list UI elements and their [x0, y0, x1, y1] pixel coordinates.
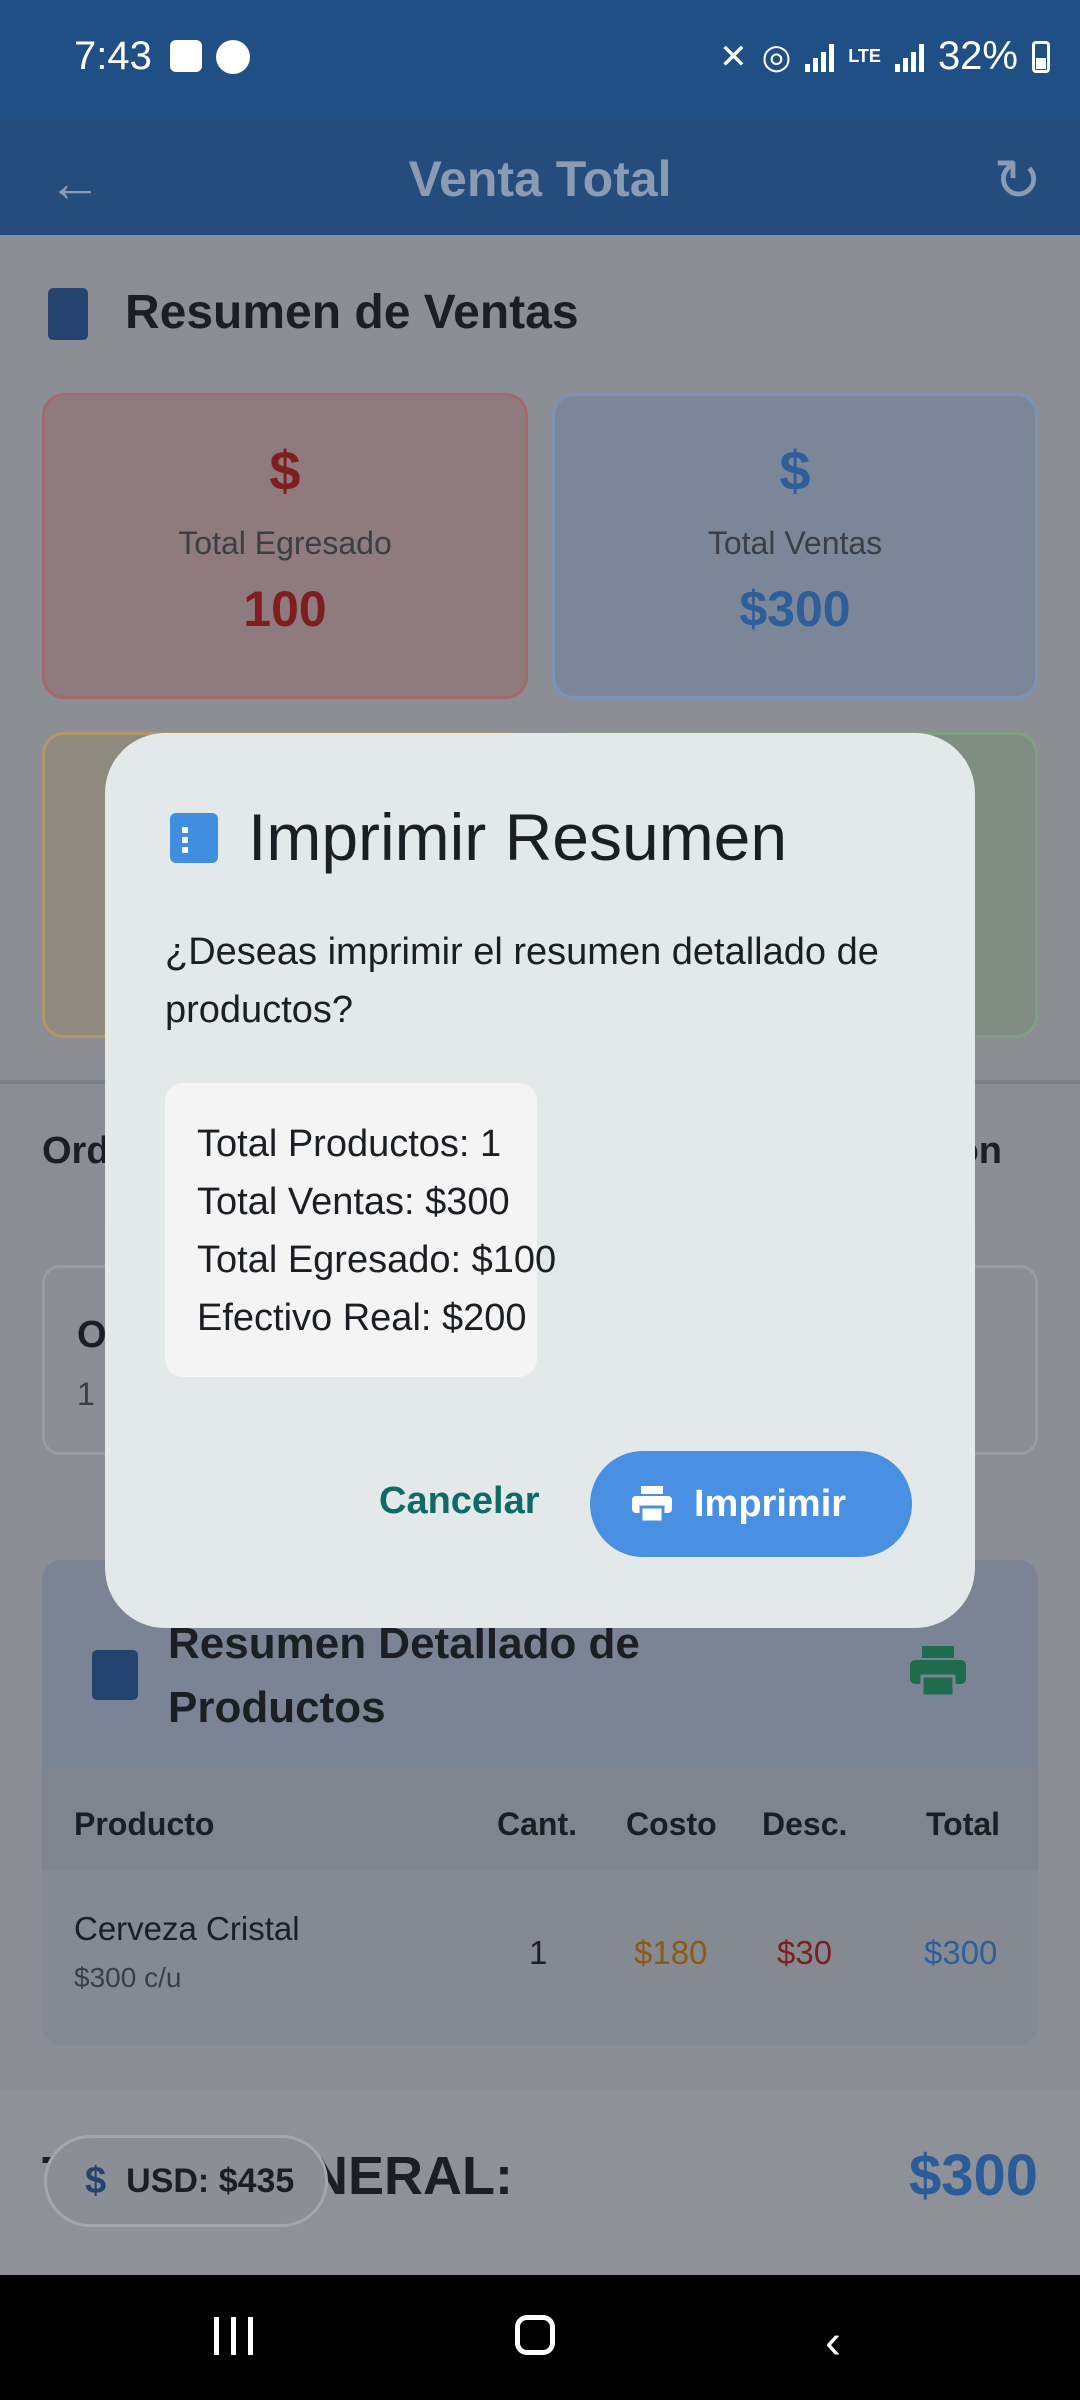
print-button[interactable]: Imprimir [590, 1451, 912, 1557]
detail-card: Resumen Detallado de Productos Producto … [42, 1560, 1038, 2045]
system-indicators: ✕ ◎ LTE 32% [719, 34, 1050, 79]
col-cant: Cant. [497, 1806, 577, 1842]
recent-apps-icon[interactable] [214, 2317, 253, 2355]
home-icon[interactable] [515, 2315, 555, 2355]
usd-rate-label: USD: $435 [126, 2161, 295, 2200]
app-bar: ← Venta Total ↻ [0, 120, 1080, 235]
col-desc: Desc. [762, 1806, 848, 1842]
card-total-ventas: $ Total Ventas $300 [552, 393, 1038, 699]
summary-title: Resumen de Ventas [125, 286, 579, 339]
card-label: Total Ventas [707, 525, 883, 561]
card-value: $300 [739, 581, 851, 637]
lte-icon: LTE [848, 46, 881, 66]
signal-icon [805, 42, 835, 72]
table-header: Producto Cant. Costo Desc. Total [42, 1770, 1038, 1870]
back-icon[interactable]: ‹ [825, 2315, 841, 2370]
product-total: $300 [924, 1934, 998, 1971]
dollar-icon: $ [779, 439, 811, 502]
refresh-icon[interactable]: ↻ [993, 146, 1042, 214]
detail-title: Resumen Detallado de Productos [168, 1619, 640, 1732]
system-nav-bar: ‹ [0, 2275, 1080, 2400]
summary-line-egresado: Total Egresado: $100 [197, 1239, 557, 1281]
col-costo: Costo [626, 1806, 717, 1842]
card-total-egresado: $ Total Egresado 100 [42, 393, 528, 699]
status-bar: 7:43 ✕ ◎ LTE 32% [0, 0, 1080, 120]
tab-ordenes[interactable]: Ord [42, 1130, 110, 1173]
dialog-title: Imprimir Resumen [248, 800, 788, 874]
product-qty: 1 [529, 1934, 548, 1971]
order-title: O [77, 1314, 107, 1356]
col-producto: Producto [74, 1806, 215, 1842]
product-unit-price: $300 c/u [74, 1962, 182, 1993]
usd-rate-chip[interactable]: $ USD: $435 [44, 2135, 328, 2227]
product-name: Cerveza Cristal [74, 1910, 300, 1947]
total-general-value: $300 [908, 2143, 1038, 2208]
product-cost: $180 [634, 1934, 708, 1971]
dialog-message: ¿Deseas imprimir el resumen detallado de… [165, 931, 879, 1031]
printer-icon[interactable] [910, 1646, 966, 1696]
order-subtitle: 1 [77, 1376, 95, 1412]
card-label: Total Egresado [178, 525, 392, 561]
document-icon [170, 813, 218, 863]
product-discount: $30 [777, 1934, 833, 1971]
gallery-icon [170, 40, 202, 72]
col-total: Total [926, 1806, 1001, 1842]
notification-icons [170, 40, 250, 74]
dialog-summary-box: Total Productos: 1 Total Ventas: $300 To… [165, 1083, 557, 1377]
print-button-label: Imprimir [694, 1482, 847, 1525]
card-value: 100 [243, 581, 327, 637]
battery-percent: 32% [937, 34, 1018, 78]
status-time: 7:43 [74, 34, 152, 78]
print-dialog: Imprimir Resumen ¿Deseas imprimir el res… [105, 733, 975, 1628]
signal-icon-2 [894, 42, 924, 72]
cancel-button[interactable]: Cancelar [373, 1479, 546, 1524]
mute-icon: ✕ [719, 37, 748, 76]
page-title: Venta Total [408, 151, 672, 207]
dollar-icon: $ [269, 439, 301, 502]
summary-line-ventas: Total Ventas: $300 [197, 1181, 510, 1223]
hotspot-icon: ◎ [761, 37, 792, 76]
summary-line-efectivo: Efectivo Real: $200 [197, 1297, 527, 1339]
printer-icon [632, 1486, 672, 1522]
table-row: Cerveza Cristal $300 c/u 1 $180 $30 $300 [42, 1870, 1038, 2045]
battery-icon [1032, 40, 1050, 73]
summary-line-productos: Total Productos: 1 [197, 1123, 502, 1165]
receipt-icon [48, 288, 88, 340]
dollar-icon: $ [85, 2159, 107, 2202]
document-icon [92, 1650, 138, 1700]
facebook-icon [216, 40, 250, 74]
